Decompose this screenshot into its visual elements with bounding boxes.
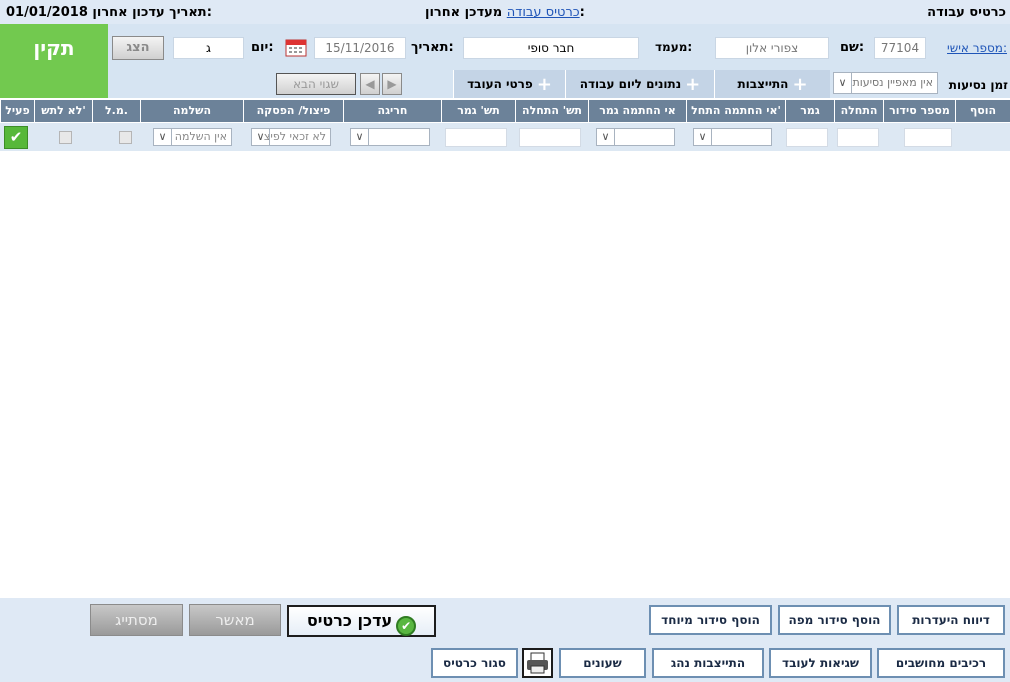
col-add: הוסף [955,100,1010,122]
date-label: תאריך: [411,40,454,55]
chevron-down-icon: ∨ [597,129,615,145]
completion-value: אין השלמה [174,130,227,143]
chevron-down-icon: ∨ [252,129,270,145]
finalizer-button[interactable]: מסתייג [90,604,183,636]
plus-icon: + [792,74,808,95]
chevron-down-icon: ∨ [351,129,369,145]
next-error-button[interactable]: שגוי הבא [276,73,356,95]
last-update-label: תאריך עדכון אחרון: [92,5,212,20]
tab-attendance-label: התייצבות [737,77,789,91]
chevron-down-icon: ∨ [694,129,712,145]
day-label: יום: [251,40,274,55]
valid-status-badge: תקין [0,24,108,98]
ml-checkbox[interactable] [119,131,132,144]
calculated-components-button[interactable]: רכיבים מחושבים [877,648,1005,678]
tab-attendance[interactable]: התייצבות + [714,70,830,98]
page-title: כרטיס עבודה [927,5,1006,20]
last-update-value: 01/01/2018 [6,5,88,20]
col-split-break: פיצול/ הפסקה [243,100,343,122]
table-row: ∨ ∨ ∨ ∨ לא זכאי לפיצ ∨ אין השלמה [0,123,1010,151]
close-card-button[interactable]: סגור כרטיס [431,648,518,678]
ts-end-input[interactable] [445,128,507,147]
approver-button[interactable]: מאשר [189,604,281,636]
active-check-icon[interactable]: ✔ [4,126,28,149]
employee-id-field[interactable]: 77104 [874,37,926,59]
last-update: 01/01/2018 תאריך עדכון אחרון: [6,5,212,20]
date-field[interactable]: 15/11/2016 [314,37,406,59]
no-sign-start-select[interactable]: ∨ [693,128,772,146]
travel-time-value: אין מאפיין נסיעות [852,76,933,89]
absence-report-button[interactable]: דיווח היעדרות [897,605,1005,635]
status-field[interactable]: חבר סופי [463,37,639,59]
name-label: שם: [840,40,865,55]
update-card-button[interactable]: עדכן כרטיס ✔ [287,605,436,637]
ts-start-input[interactable] [519,128,581,147]
chevron-down-icon: ∨ [154,129,172,145]
split-break-select[interactable]: ∨ לא זכאי לפיצ [251,128,331,146]
employee-errors-button[interactable]: שגיאות לעובד [769,648,872,678]
calendar-icon[interactable] [285,37,307,57]
update-card-label: עדכן כרטיס [306,611,393,630]
error-navigator: שגוי הבא ◀ ▶ [276,73,404,95]
no-pay-checkbox[interactable] [59,131,72,144]
col-end: גמר [785,100,834,122]
tab-employee-details-label: פרטי העובד [467,77,533,91]
printer-icon[interactable] [522,648,553,678]
last-updater-link[interactable]: כרטיס עבודה [507,5,580,20]
clocks-button[interactable]: שעונים [559,648,646,678]
travel-time-label: זמן נסיעות [948,78,1008,92]
split-break-value: לא זכאי לפיצ [263,130,326,143]
day-field[interactable]: ג [173,37,244,59]
tab-employee-details[interactable]: פרטי העובד + [453,70,565,98]
last-updater: כרטיס עבודה מעדכן אחרון: [425,5,585,20]
completion-select[interactable]: ∨ אין השלמה [153,128,232,146]
col-no-sign-start: אי החתמה התחל' [686,100,785,122]
no-sign-end-select[interactable]: ∨ [596,128,675,146]
top-bar: כרטיס עבודה כרטיס עבודה מעדכן אחרון: 01/… [0,0,1010,24]
employee-id-link[interactable]: מספר אישי: [947,41,1007,55]
name-field[interactable]: צפורי אלון [715,37,829,59]
col-order-no: מספר סידור [883,100,955,122]
order-no-input[interactable] [904,128,952,147]
col-ts-end: תש' גמר [441,100,515,122]
status-label: מעמד: [655,40,693,54]
chevron-down-icon: ∨ [834,73,852,93]
next-arrow-icon[interactable]: ▶ [382,73,402,95]
start-input[interactable] [837,128,879,147]
travel-time-select[interactable]: ∨ אין מאפיין נסיעות [833,72,938,94]
tab-workday-data-label: נתונים ליום עבודה [579,77,682,91]
col-no-sign-end: אי החתמה גמר [588,100,686,122]
col-completion: השלמה [140,100,243,122]
col-active: פעיל [0,100,34,122]
col-no-pay: לא לתש' [34,100,92,122]
prev-arrow-icon[interactable]: ◀ [360,73,380,95]
driver-attendance-button[interactable]: התייצבות נהג [652,648,764,678]
col-exception: חריגה [343,100,441,122]
col-ts-start: תש' התחלה [515,100,588,122]
end-input[interactable] [786,128,828,147]
add-special-order-button[interactable]: הוסף סידור מיוחד [649,605,772,635]
check-circle-icon: ✔ [396,616,417,636]
tab-workday-data[interactable]: נתונים ליום עבודה + [565,70,714,98]
col-ml: מ.ל. [92,100,140,122]
plus-icon: + [685,74,701,95]
exception-select[interactable]: ∨ [350,128,430,146]
show-button[interactable]: הצג [112,36,164,60]
table-header: הוסף מספר סידור התחלה גמר אי החתמה התחל'… [0,100,1010,122]
add-map-order-button[interactable]: הוסף סידור מפה [778,605,891,635]
plus-icon: + [536,74,552,95]
col-start: התחלה [834,100,883,122]
